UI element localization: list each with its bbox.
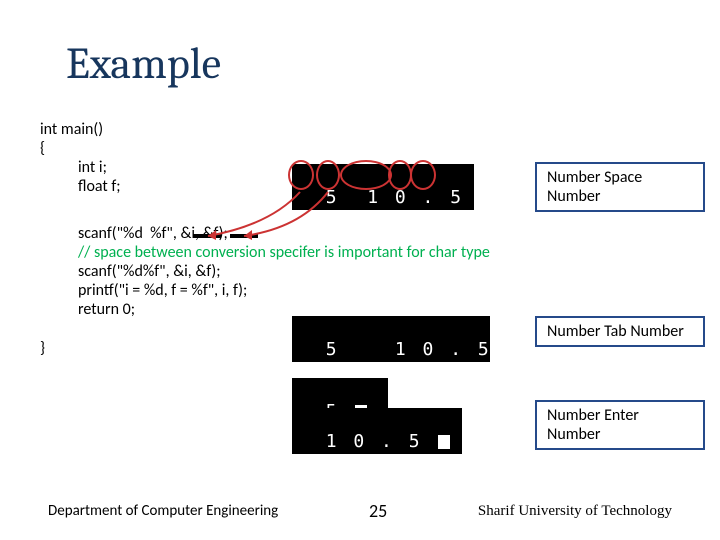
token-circle [410,160,436,190]
slide-title: Example [66,38,221,89]
console-output: 5 1 0 . 5 [292,316,490,362]
code-line: printf("i = %d, f = %f", i, f); [40,281,680,300]
page-number: 25 [369,500,387,522]
console-output: 1 0 . 5 [292,408,462,454]
footer-left: Department of Computer Engineering [48,502,278,520]
cursor-icon [508,343,520,357]
cursor-icon [438,435,450,449]
console-text: 1 0 . 5 [326,431,437,452]
footer-right: Sharif University of Technology [478,503,672,520]
code-line: { [40,139,680,158]
annotation-box: Number Space Number [535,162,705,212]
slide-footer: Department of Computer Engineering 25 Sh… [0,500,720,522]
cursor-icon [480,191,492,205]
highlight-mark [193,234,221,238]
token-circle [288,160,314,190]
code-line: scanf("%d%f", &i, &f); [40,262,680,281]
console-text: 5 1 0 . 5 [326,187,478,208]
token-circle [388,160,412,190]
code-line: scanf("%d %f", &i, &f); [40,224,680,243]
annotation-box: Number Enter Number [535,400,705,450]
highlight-mark [230,234,258,238]
code-line: int main() [40,120,680,139]
annotation-box: Number Tab Number [535,316,705,347]
token-circle [316,160,340,190]
code-comment: // space between conversion specifer is … [40,243,680,262]
token-circle [340,160,392,190]
console-text: 5 1 0 . 5 [326,339,506,360]
